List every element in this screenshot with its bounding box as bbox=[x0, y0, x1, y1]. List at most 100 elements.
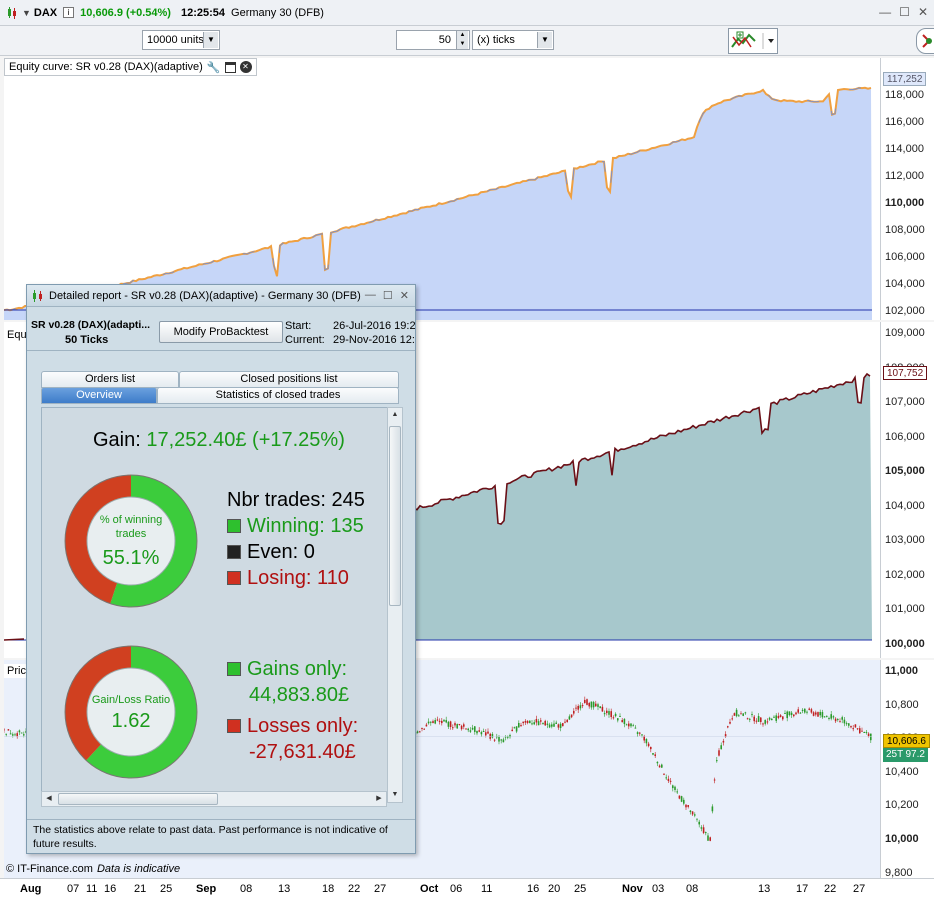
winning-donut-value: 55.1% bbox=[102, 547, 160, 569]
minimize-icon[interactable]: — bbox=[879, 5, 891, 19]
second-price-axis[interactable]: 109,000108,000107,000106,000105,000104,0… bbox=[880, 322, 934, 658]
price-current-label: 10,606.6 bbox=[883, 734, 930, 748]
price-axis[interactable]: 11,00010,80010,60010,40010,20010,0009,80… bbox=[880, 660, 934, 879]
report-titlebar[interactable]: Detailed report - SR v0.28 (DAX)(adaptiv… bbox=[27, 285, 415, 307]
losses-only-label: Losses only: bbox=[247, 715, 359, 737]
axis-tick-label: 106,000 bbox=[885, 430, 925, 443]
add-indicator-button[interactable] bbox=[728, 28, 778, 54]
equity-panel-title: Equity curve: SR v0.28 (DAX)(adaptive) bbox=[9, 61, 203, 73]
data-note: Data is indicative bbox=[96, 863, 181, 875]
date-tick-label: 17 bbox=[796, 883, 809, 895]
report-title: Detailed report - SR v0.28 (DAX)(adaptiv… bbox=[49, 289, 361, 302]
strategy-name: SR v0.28 (DAX)(adapti... bbox=[31, 319, 151, 331]
window-icon[interactable] bbox=[224, 61, 236, 73]
axis-tick-label: 118,000 bbox=[885, 89, 924, 101]
axis-tick-label: 10,800 bbox=[885, 698, 919, 711]
equity-price-axis[interactable]: 118,000 116,000 114,000 112,000 110,000 108,0… bbox=[880, 58, 934, 344]
ratio-donut-label: Gain/Loss Ratio bbox=[91, 694, 171, 706]
chevron-down-icon[interactable]: ▼ bbox=[22, 8, 31, 18]
ticks-count-value: 50 bbox=[438, 34, 451, 46]
date-tick-label: 08 bbox=[240, 883, 253, 895]
gains-only-value: 44,883.80£ bbox=[249, 684, 350, 706]
date-tick-label: 27 bbox=[374, 883, 387, 895]
axis-tick-label: 103,000 bbox=[885, 534, 925, 546]
losing-value: Losing: 110 bbox=[247, 567, 349, 589]
even-value: Even: 0 bbox=[247, 541, 315, 563]
winning-trades-stat: Winning: 135 bbox=[227, 515, 364, 538]
date-tick-label: 25 bbox=[574, 883, 587, 895]
scroll-left-icon[interactable]: ◀ bbox=[43, 793, 55, 805]
maximize-icon[interactable]: ☐ bbox=[383, 289, 393, 302]
axis-tick-label: 114,000 bbox=[885, 143, 924, 155]
losses-only-value: -27,631.40£ bbox=[249, 741, 356, 763]
detailed-report-dialog: Detailed report - SR v0.28 (DAX)(adaptiv… bbox=[26, 284, 416, 854]
ticks-count-stepper[interactable]: 50 ▲ ▼ bbox=[396, 30, 470, 50]
start-label: Start: bbox=[285, 320, 312, 332]
trading-platform-window: ▼ DAX i 10,606.9 (+0.54%) 12:25:54 Germa… bbox=[0, 0, 934, 902]
tab-closed-positions[interactable]: Closed positions list bbox=[179, 371, 399, 388]
chart-toolbar: 10000 units ▼ 50 ▲ ▼ (x) ticks ▼ bbox=[0, 26, 934, 56]
close-icon[interactable]: ✕ bbox=[239, 61, 252, 73]
axis-tick-label: 100,000 bbox=[885, 637, 925, 650]
ticks-unit-value: (x) ticks bbox=[477, 34, 515, 46]
info-icon[interactable]: i bbox=[63, 7, 75, 18]
second-current-label: 107,752 bbox=[883, 366, 928, 380]
scroll-thumb[interactable] bbox=[389, 426, 401, 606]
tab-orders-list[interactable]: Orders list bbox=[41, 371, 179, 388]
candlestick-icon bbox=[33, 289, 42, 302]
axis-tick-label: 11,000 bbox=[885, 665, 919, 677]
price-ticks-label: 25T bbox=[883, 748, 907, 762]
black-square-icon bbox=[227, 545, 241, 559]
horizontal-scrollbar[interactable]: ◀ ▶ bbox=[41, 791, 387, 807]
ticks-unit-select[interactable]: (x) ticks ▼ bbox=[472, 30, 554, 50]
chevron-down-icon[interactable]: ▼ bbox=[537, 32, 552, 48]
date-tick-label: Oct bbox=[420, 883, 439, 895]
modify-probacktest-button[interactable]: Modify ProBacktest bbox=[159, 321, 283, 343]
date-tick-label: 16 bbox=[527, 883, 540, 895]
scroll-right-icon[interactable]: ▶ bbox=[373, 793, 385, 805]
axis-tick-label: 102,000 bbox=[885, 568, 925, 581]
instrument-name: Germany 30 (DFB) bbox=[231, 6, 324, 19]
tab-overview[interactable]: Overview bbox=[41, 387, 157, 404]
probuilder-button[interactable] bbox=[916, 28, 934, 54]
date-tick-label: 18 bbox=[322, 883, 335, 895]
axis-tick-label: 105,000 bbox=[885, 465, 925, 477]
report-header: SR v0.28 (DAX)(adapti... 50 Ticks Modify… bbox=[27, 307, 415, 351]
date-tick-label: 16 bbox=[104, 883, 117, 895]
ratio-donut-value: 1.62 bbox=[111, 710, 151, 732]
units-select[interactable]: 10000 units ▼ bbox=[142, 30, 220, 50]
past-performance-disclaimer: The statistics above relate to past data… bbox=[27, 819, 415, 853]
close-icon[interactable]: ✕ bbox=[400, 289, 409, 302]
date-tick-label: 20 bbox=[548, 883, 561, 895]
axis-tick-label: 110,000 bbox=[885, 197, 925, 209]
gain-label: Gain: bbox=[93, 429, 141, 451]
chevron-down-icon[interactable]: ▼ bbox=[203, 32, 218, 48]
scroll-down-icon[interactable]: ▼ bbox=[389, 789, 401, 801]
spin-arrows-icon[interactable]: ▲ ▼ bbox=[456, 31, 468, 49]
scroll-up-icon[interactable]: ▲ bbox=[389, 409, 401, 421]
axis-tick-label: 116,000 bbox=[885, 116, 924, 128]
units-value: 10000 units bbox=[147, 34, 204, 46]
tab-statistics[interactable]: Statistics of closed trades bbox=[157, 387, 399, 404]
date-tick-label: 25 bbox=[160, 883, 173, 895]
strategy-ticks: 50 Ticks bbox=[65, 334, 109, 346]
start-value: 26-Jul-2016 19:2 bbox=[333, 320, 415, 332]
axis-tick-label: 106,000 bbox=[885, 251, 925, 263]
date-axis[interactable]: Aug 07 11 16 21 25 Sep 08 13 18 22 27 Oct 06 11 16 20 25 N… bbox=[0, 878, 934, 902]
date-tick-label: 11 bbox=[481, 883, 493, 895]
minimize-icon[interactable]: — bbox=[365, 289, 376, 302]
indicator-chart-icon bbox=[731, 31, 774, 49]
gain-value: 17,252.40£ (+17.25%) bbox=[146, 429, 345, 451]
date-tick-label: 21 bbox=[134, 883, 147, 895]
wrench-icon[interactable]: 🔧 bbox=[207, 61, 221, 74]
close-icon[interactable]: ✕ bbox=[918, 5, 928, 19]
scroll-thumb[interactable] bbox=[58, 793, 218, 805]
date-tick-label: 03 bbox=[652, 883, 665, 895]
clock-time: 12:25:54 bbox=[180, 6, 226, 19]
vertical-scrollbar[interactable]: ▲ ▼ bbox=[387, 407, 403, 803]
date-tick-label: 22 bbox=[824, 883, 837, 895]
symbol-name[interactable]: DAX bbox=[34, 7, 57, 19]
date-tick-label: 07 bbox=[67, 883, 80, 895]
axis-tick-label: 10,200 bbox=[885, 799, 919, 812]
maximize-icon[interactable]: ☐ bbox=[899, 5, 910, 19]
